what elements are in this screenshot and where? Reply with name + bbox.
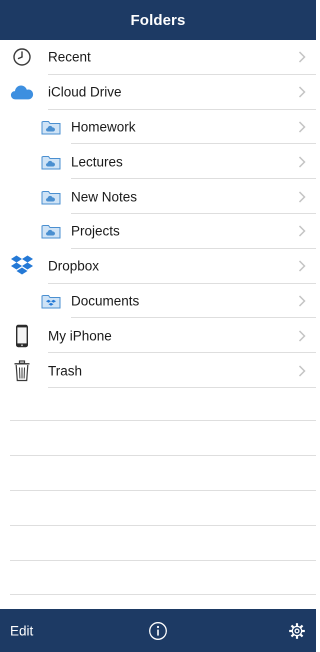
chevron-right-icon [298, 86, 306, 98]
folder-row-lectures[interactable]: Lectures [0, 144, 316, 180]
cloud-folder-icon [41, 222, 61, 240]
chevron-right-icon [298, 121, 306, 133]
cloud-folder-icon [41, 118, 61, 136]
empty-row-line [10, 420, 316, 421]
bottom-toolbar: Edit [0, 609, 316, 652]
iphone-icon [10, 324, 34, 347]
gear-icon[interactable] [288, 622, 306, 640]
folder-row-new-notes[interactable]: New Notes [0, 179, 316, 214]
chevron-right-icon [298, 365, 306, 377]
cloud-icon [10, 81, 34, 103]
info-icon[interactable] [148, 621, 168, 641]
trash-icon [10, 359, 34, 382]
empty-row-line [10, 525, 316, 526]
folder-row-icloud-drive[interactable]: iCloud Drive [0, 75, 316, 110]
row-separator [48, 386, 316, 388]
folder-label: Documents [71, 293, 140, 309]
page-title: Folders [130, 11, 186, 29]
folder-list: Recent iCloud Drive Homework Lectures Ne… [0, 40, 316, 388]
chevron-right-icon [298, 156, 306, 168]
chevron-right-icon [298, 295, 306, 307]
folder-label: New Notes [71, 189, 138, 205]
clock-icon [10, 46, 34, 68]
folder-row-projects[interactable]: Projects [0, 214, 316, 249]
folder-row-documents[interactable]: Documents [0, 284, 316, 319]
chevron-right-icon [298, 225, 306, 237]
cloud-folder-icon [41, 153, 61, 171]
folder-label: My iPhone [48, 328, 112, 344]
empty-row-line [10, 594, 316, 595]
folder-label: Dropbox [48, 258, 100, 274]
folder-row-dropbox[interactable]: Dropbox [0, 249, 316, 284]
navigation-bar: Folders [0, 0, 316, 40]
empty-row-line [10, 490, 316, 491]
folder-row-recent[interactable]: Recent [0, 40, 316, 75]
empty-row-line [10, 560, 316, 561]
chevron-right-icon [298, 260, 306, 272]
dropbox-icon [10, 255, 34, 277]
dropbox-folder-icon [41, 292, 61, 310]
folder-row-my-iphone[interactable]: My iPhone [0, 318, 316, 354]
folder-label: Lectures [71, 154, 123, 170]
folder-label: Trash [48, 363, 83, 379]
chevron-right-icon [298, 330, 306, 342]
folder-row-homework[interactable]: Homework [0, 110, 316, 145]
chevron-right-icon [298, 51, 306, 63]
folder-label: Projects [71, 223, 120, 239]
cloud-folder-icon [41, 188, 61, 206]
edit-button[interactable]: Edit [10, 623, 33, 638]
empty-row-line [10, 455, 316, 456]
chevron-right-icon [298, 191, 306, 203]
folder-label: Homework [71, 119, 136, 135]
folder-label: iCloud Drive [48, 84, 122, 100]
folder-row-trash[interactable]: Trash [0, 353, 316, 388]
folder-label: Recent [48, 49, 91, 65]
